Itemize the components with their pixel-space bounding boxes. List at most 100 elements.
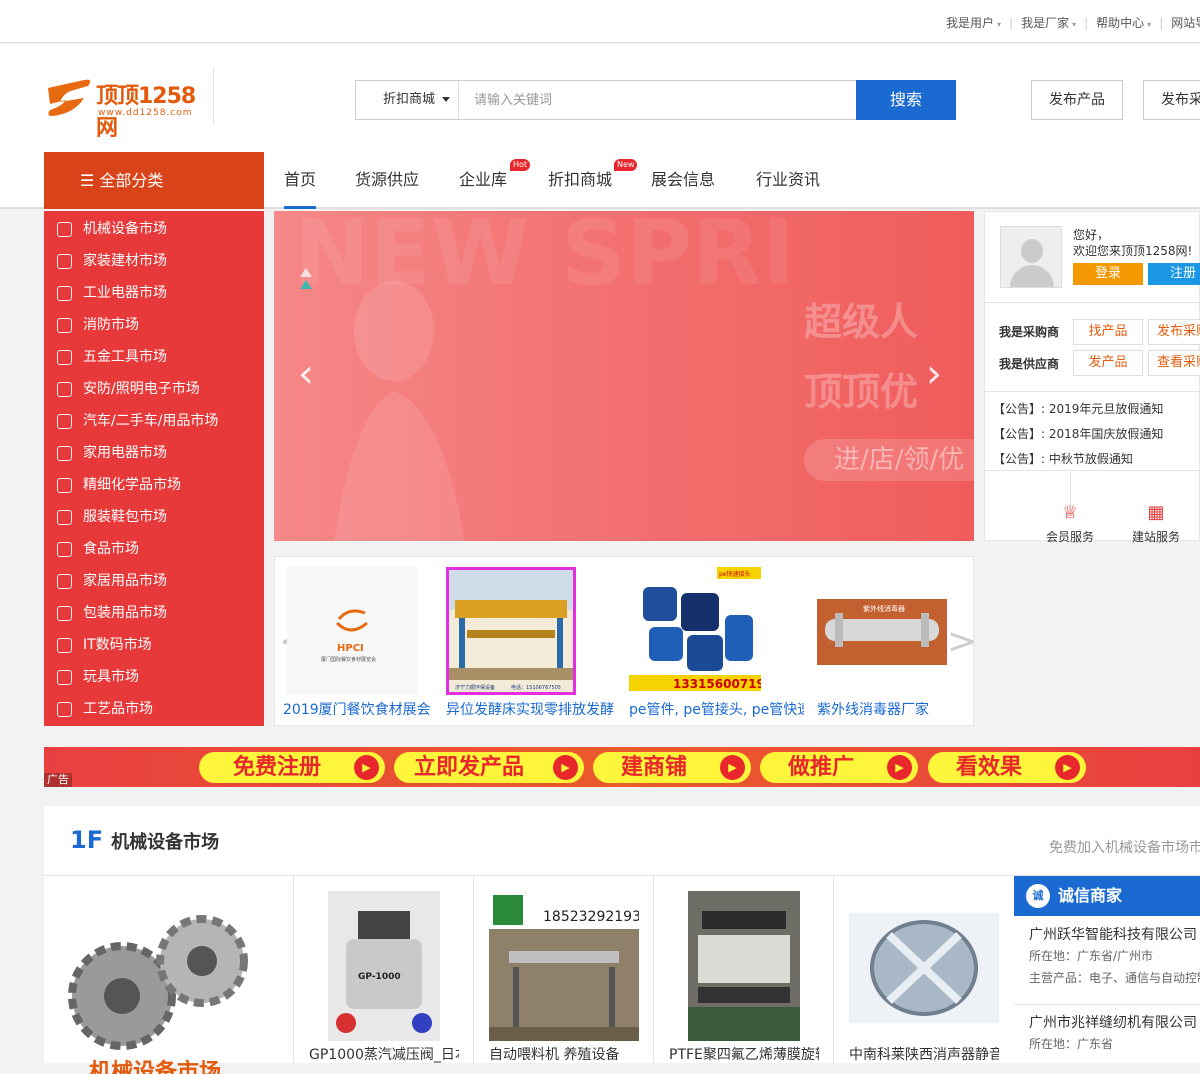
floor-product[interactable]: 中南科莱陕西消声器静音: [834, 876, 1014, 1064]
publish-purchase-panel-button[interactable]: 发布采购: [1148, 319, 1200, 345]
merchant-name[interactable]: 广州市兆祥缝纫机有限公司: [1029, 1013, 1197, 1033]
register-button[interactable]: 注册: [1148, 263, 1200, 285]
publish-product-button[interactable]: 发布产品: [1031, 80, 1123, 120]
build-shop-ad-button[interactable]: 建商铺 ▶: [593, 752, 751, 783]
search-button[interactable]: 搜索: [856, 80, 956, 120]
publish-purchase-button[interactable]: 发布采购: [1143, 80, 1200, 120]
search-input[interactable]: [460, 81, 856, 119]
category-sidebar: 机械设备市场家装建材市场 工业电器市场 消防市场五金工具市场 安防/照明电子市场 汽车/…: [44, 211, 264, 726]
floor-join-link[interactable]: 免费加入机械设备市场市场: [1049, 837, 1200, 857]
category-label: 消防市场: [83, 317, 139, 333]
tools-icon: [57, 350, 72, 365]
search-type-select[interactable]: 折扣商城: [356, 81, 459, 119]
category-label: IT数码市场: [83, 637, 152, 653]
nav-news[interactable]: 行业资讯: [756, 152, 820, 209]
nav-supply[interactable]: 货源供应: [355, 152, 419, 209]
find-product-button[interactable]: 找产品: [1073, 319, 1143, 345]
merchant-item[interactable]: 广州跃华智能科技有限公司 所在地：广东省/广州市 主营产品：电子、通信与自动控制: [1029, 925, 1200, 989]
svg-text:HPCI: HPCI: [337, 643, 364, 654]
product-caption: GP1000蒸汽减压阀_日本: [309, 1047, 459, 1063]
category-item[interactable]: 消防市场: [44, 309, 264, 341]
category-label: 家居用品市场: [83, 573, 167, 589]
category-item[interactable]: 家装建材市场: [44, 245, 264, 277]
category-item[interactable]: 机械设备市场: [44, 213, 264, 245]
fire-icon: [57, 318, 72, 333]
category-item[interactable]: 服装鞋包市场: [44, 501, 264, 533]
notice-item[interactable]: 【公告】: 2019年元旦放假通知: [993, 400, 1163, 417]
floor-feature[interactable]: 机械设备市场: [44, 876, 294, 1074]
hot-badge: Hot: [510, 159, 531, 171]
logo-mark-icon: [48, 79, 91, 116]
product-caption: PTFE聚四氟乙烯薄膜旋转: [669, 1047, 819, 1063]
category-item[interactable]: 家居用品市场: [44, 565, 264, 597]
banner-prev-icon[interactable]: ‹: [298, 354, 314, 394]
banner-indicators[interactable]: [300, 268, 312, 292]
indicator-icon[interactable]: [300, 268, 312, 277]
divider: [985, 391, 1200, 392]
category-item[interactable]: 家用电器市场: [44, 437, 264, 469]
nav-discount-mall[interactable]: 折扣商城: [548, 152, 612, 209]
merchant-location: 所在地：广东省/广州市: [1029, 949, 1154, 963]
slider-next-icon[interactable]: >: [947, 621, 977, 662]
nav-home[interactable]: 首页: [284, 152, 317, 209]
bank-icon: [57, 478, 72, 493]
floor-product[interactable]: GP-1000 GP1000蒸汽减压阀_日本: [294, 876, 474, 1064]
merchant-name[interactable]: 广州跃华智能科技有限公司: [1029, 925, 1200, 945]
indicator-active-icon[interactable]: [300, 280, 312, 289]
shirt-icon: [57, 382, 72, 397]
member-service[interactable]: ♕ 会员服务: [1035, 502, 1105, 545]
product-image: HPCI 厦门国际餐饮食材展览会: [287, 567, 417, 695]
post-product-ad-button[interactable]: 立即发产品 ▶: [394, 752, 584, 783]
svg-text:济宁力顺环保设备: 济宁力顺环保设备: [455, 684, 495, 691]
credit-merchants: 诚诚信商家 广州跃华智能科技有限公司 所在地：广东省/广州市 主营产品：电子、通…: [1014, 876, 1200, 1064]
post-product-button[interactable]: 发产品: [1073, 350, 1143, 376]
top-link-maker[interactable]: 我是厂家 ▾: [1021, 14, 1076, 31]
category-item[interactable]: 玩具市场: [44, 661, 264, 693]
nav-companies[interactable]: 企业库: [459, 152, 507, 209]
category-label: 工业电器市场: [83, 285, 167, 301]
category-item[interactable]: 工艺品市场: [44, 693, 264, 725]
product-image: 18523292193: [489, 891, 639, 1041]
play-icon: ▶: [887, 755, 912, 780]
category-item[interactable]: 工业电器市场: [44, 277, 264, 309]
product-caption: 中南科莱陕西消声器静音: [849, 1047, 999, 1063]
banner-next-icon[interactable]: ›: [926, 354, 942, 394]
product-caption: 自动喂料机 养殖设备: [489, 1047, 620, 1063]
category-item[interactable]: 五金工具市场: [44, 341, 264, 373]
category-item[interactable]: 安防/照明电子市场: [44, 373, 264, 405]
top-link-help[interactable]: 帮助中心 ▾: [1096, 14, 1151, 31]
notice-item[interactable]: 【公告】: 中秋节放假通知: [993, 450, 1133, 467]
view-purchase-button[interactable]: 查看采购: [1148, 350, 1200, 376]
promote-ad-button[interactable]: 做推广 ▶: [760, 752, 918, 783]
category-item[interactable]: 精细化学品市场: [44, 469, 264, 501]
hero-banner[interactable]: NEW SPRI 超级人 顶顶优 进/店/领/优 ‹ ›: [274, 211, 974, 541]
floor-product[interactable]: 18523292193 自动喂料机 养殖设备: [474, 876, 654, 1064]
category-item[interactable]: 食品市场: [44, 533, 264, 565]
merchant-item[interactable]: 广州市兆祥缝纫机有限公司 所在地：广东省: [1029, 1013, 1197, 1055]
notice-item[interactable]: 【公告】: 2018年国庆放假通知: [993, 425, 1163, 442]
site-logo[interactable]: 顶顶1258网 www.dd1258.com: [44, 74, 214, 141]
category-item[interactable]: 包装用品市场: [44, 597, 264, 629]
category-item[interactable]: 汽车/二手车/用品市场: [44, 405, 264, 437]
category-item[interactable]: IT数码市场: [44, 629, 264, 661]
banner-text-2: 顶顶优: [804, 370, 919, 414]
category-label: 玩具市场: [83, 669, 139, 685]
top-link-sitemap[interactable]: 网站导航: [1171, 14, 1200, 31]
product-image: 济宁力顺环保设备 电话：15106767505: [446, 567, 576, 695]
free-register-ad-button[interactable]: 免费注册 ▶: [199, 752, 385, 783]
promo-ad-bar[interactable]: 广告 免费注册 ▶ 立即发产品 ▶ 建商铺 ▶ 做推广 ▶ 看效果 ▶: [44, 747, 1200, 787]
chevron-down-icon: ▾: [1072, 20, 1077, 29]
svg-text:18523292193: 18523292193: [543, 909, 639, 925]
site-building-service[interactable]: ▦ 建站服务: [1121, 502, 1191, 545]
nav-exhibitions[interactable]: 展会信息: [651, 152, 715, 209]
category-label: 家装建材市场: [83, 253, 167, 269]
building-icon: [57, 254, 72, 269]
see-results-ad-button[interactable]: 看效果 ▶: [928, 752, 1086, 783]
top-link-user[interactable]: 我是用户 ▾: [946, 14, 1001, 31]
svg-text:pe快速接头: pe快速接头: [719, 570, 751, 578]
floor-product[interactable]: PTFE聚四氟乙烯薄膜旋转: [654, 876, 834, 1064]
chevron-down-icon: ▾: [1147, 20, 1152, 29]
all-categories-button[interactable]: ☰ 全部分类: [44, 152, 264, 209]
login-button[interactable]: 登录: [1073, 263, 1143, 285]
svg-text:紫外线消毒器: 紫外线消毒器: [863, 604, 905, 613]
